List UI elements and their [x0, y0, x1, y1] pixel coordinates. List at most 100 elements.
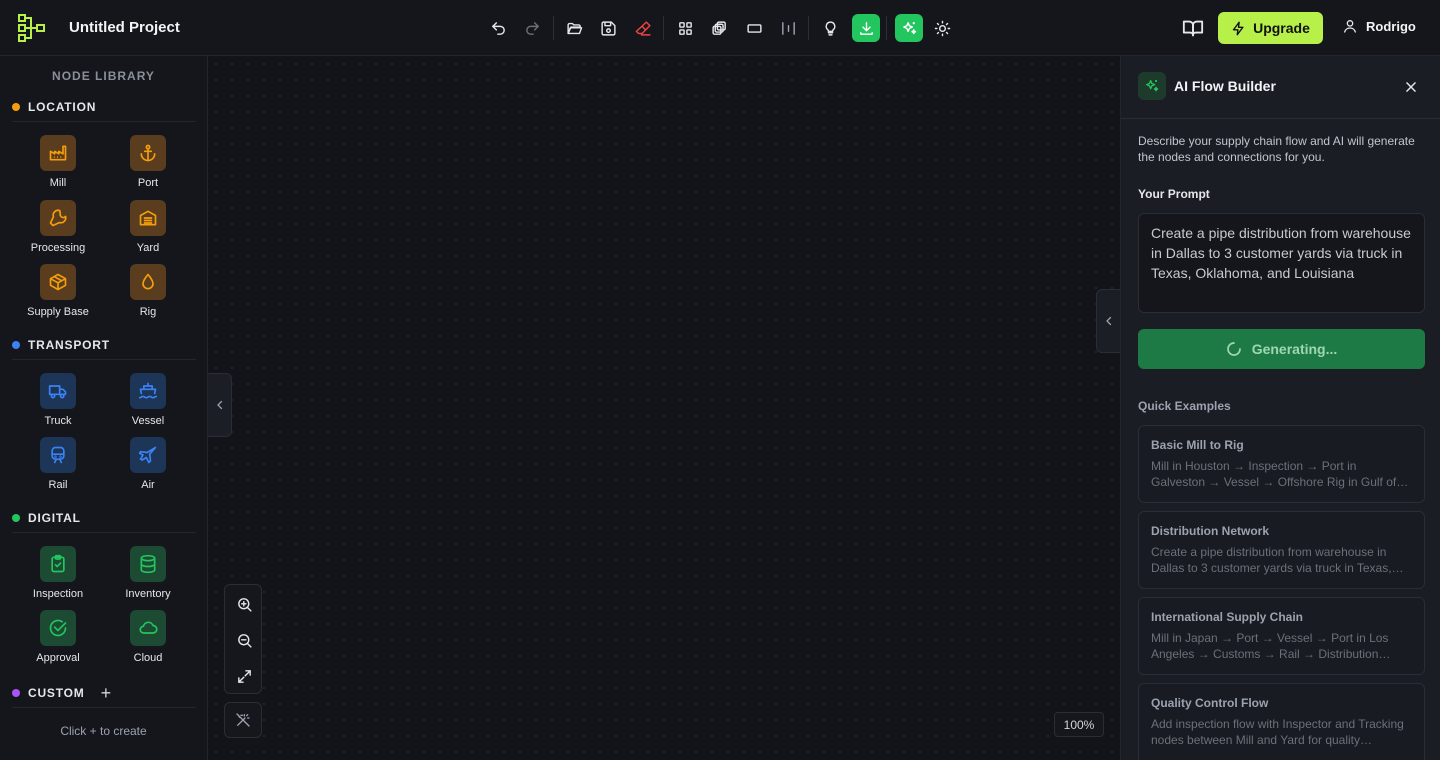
tips-button[interactable] — [816, 14, 844, 42]
download-icon — [859, 21, 873, 35]
node-label: Approval — [36, 652, 80, 664]
folder-open-icon — [566, 22, 582, 34]
example-card[interactable]: Distribution Network Create a pipe distr… — [1138, 511, 1425, 589]
toolbar-divider — [553, 16, 554, 40]
ai-builder-button[interactable] — [895, 14, 923, 42]
collapse-sidebar-button[interactable] — [208, 373, 232, 437]
node-tile — [130, 610, 166, 646]
open-button[interactable] — [560, 14, 588, 42]
ship-icon — [138, 382, 158, 399]
node-label: Supply Base — [27, 306, 89, 318]
align-center-icon — [781, 21, 795, 35]
node-inventory[interactable]: Inventory — [103, 546, 193, 600]
copy-stack-icon — [711, 20, 726, 35]
eraser-icon — [635, 20, 651, 36]
node-supply-base[interactable]: Supply Base — [13, 264, 103, 318]
anchor-icon — [140, 144, 156, 162]
node-tile — [40, 264, 76, 300]
save-button[interactable] — [594, 14, 622, 42]
templates-button[interactable] — [705, 14, 733, 42]
zoom-out-button[interactable] — [234, 630, 254, 650]
frame-button[interactable] — [740, 14, 768, 42]
node-approval[interactable]: Approval — [13, 610, 103, 664]
quick-examples-label: Quick Examples — [1138, 399, 1231, 413]
node-tile — [40, 546, 76, 582]
node-processing[interactable]: Processing — [13, 200, 103, 254]
theme-toggle-button[interactable] — [928, 14, 956, 42]
node-rail[interactable]: Rail — [13, 437, 103, 491]
node-label: Truck — [44, 415, 72, 427]
lightning-icon — [1232, 21, 1244, 35]
align-button[interactable] — [774, 14, 802, 42]
custom-hint: Click + to create — [60, 724, 147, 738]
grid-icon — [678, 21, 692, 35]
prompt-textarea[interactable]: Create a pipe distribution from warehous… — [1138, 213, 1425, 313]
category-label: DIGITAL — [28, 511, 81, 525]
node-air[interactable]: Air — [103, 437, 193, 491]
node-vessel[interactable]: Vessel — [103, 373, 193, 427]
prompt-label: Your Prompt — [1138, 187, 1210, 201]
node-label: Air — [141, 479, 155, 491]
ai-flow-builder-panel: AI Flow Builder Describe your supply cha… — [1120, 56, 1440, 760]
fit-view-button[interactable] — [234, 666, 254, 686]
generate-button[interactable]: Generating... — [1138, 329, 1425, 369]
node-cloud[interactable]: Cloud — [103, 610, 193, 664]
node-label: Port — [137, 177, 159, 189]
zoom-level-indicator: 100% — [1054, 712, 1104, 737]
undo-button[interactable] — [484, 14, 512, 42]
truck-icon — [48, 385, 67, 399]
category-transport: TRANSPORT — [12, 335, 196, 360]
node-rig[interactable]: Rig — [103, 264, 193, 318]
category-divider — [12, 121, 196, 122]
cloud-icon — [139, 621, 158, 634]
flow-canvas[interactable] — [208, 56, 1120, 760]
node-port[interactable]: Port — [103, 135, 193, 189]
clear-canvas-button[interactable] — [629, 14, 657, 42]
close-panel-button[interactable] — [1401, 77, 1421, 97]
node-yard[interactable]: Yard — [103, 200, 193, 254]
panel-icon — [1138, 72, 1166, 100]
warehouse-icon — [139, 210, 157, 226]
book-open-icon[interactable] — [1182, 17, 1204, 39]
redo-button[interactable] — [518, 14, 546, 42]
user-menu[interactable]: Rodrigo — [1342, 18, 1416, 34]
droplet-icon — [142, 273, 154, 290]
zoom-in-button[interactable] — [234, 594, 254, 614]
plane-icon — [138, 446, 157, 464]
node-tile — [40, 135, 76, 171]
sparkles-icon — [1146, 80, 1159, 92]
example-description: Mill in Houston → Inspection → Port in G… — [1151, 459, 1397, 489]
auto-layout-button[interactable] — [224, 702, 262, 738]
node-inspection[interactable]: Inspection — [13, 546, 103, 600]
category-divider — [12, 707, 196, 708]
collapse-panel-button[interactable] — [1096, 289, 1120, 353]
category-dot — [12, 689, 20, 697]
sparkles-icon — [902, 21, 916, 34]
example-card[interactable]: International Supply Chain Mill in Japan… — [1138, 597, 1425, 675]
node-label: Yard — [136, 242, 160, 254]
example-description: Mill in Japan → Port → Vessel → Port in … — [1151, 631, 1389, 661]
category-label: LOCATION — [28, 100, 97, 114]
example-card[interactable]: Basic Mill to Rig Mill in Houston → Insp… — [1138, 425, 1425, 503]
project-title[interactable]: Untitled Project — [69, 19, 180, 36]
upgrade-label: Upgrade — [1253, 20, 1310, 36]
example-title: International Supply Chain — [1151, 610, 1304, 624]
example-title: Quality Control Flow — [1151, 696, 1269, 710]
node-label: Mill — [49, 177, 67, 189]
train-icon — [51, 446, 65, 464]
add-custom-node-button[interactable]: + — [101, 683, 112, 704]
user-name: Rodrigo — [1366, 18, 1416, 34]
chevron-left-icon — [1105, 316, 1111, 326]
node-mill[interactable]: Mill — [13, 135, 103, 189]
close-icon — [1406, 82, 1416, 92]
app-logo-icon[interactable] — [16, 12, 48, 44]
grid-view-button[interactable] — [671, 14, 699, 42]
export-button[interactable] — [852, 14, 880, 42]
sidebar-title: NODE LIBRARY — [52, 69, 155, 83]
upgrade-button[interactable]: Upgrade — [1218, 12, 1323, 44]
node-truck[interactable]: Truck — [13, 373, 103, 427]
node-tile — [40, 437, 76, 473]
panel-title: AI Flow Builder — [1174, 78, 1276, 94]
example-card[interactable]: Quality Control Flow Add inspection flow… — [1138, 683, 1425, 760]
database-icon — [140, 554, 156, 574]
